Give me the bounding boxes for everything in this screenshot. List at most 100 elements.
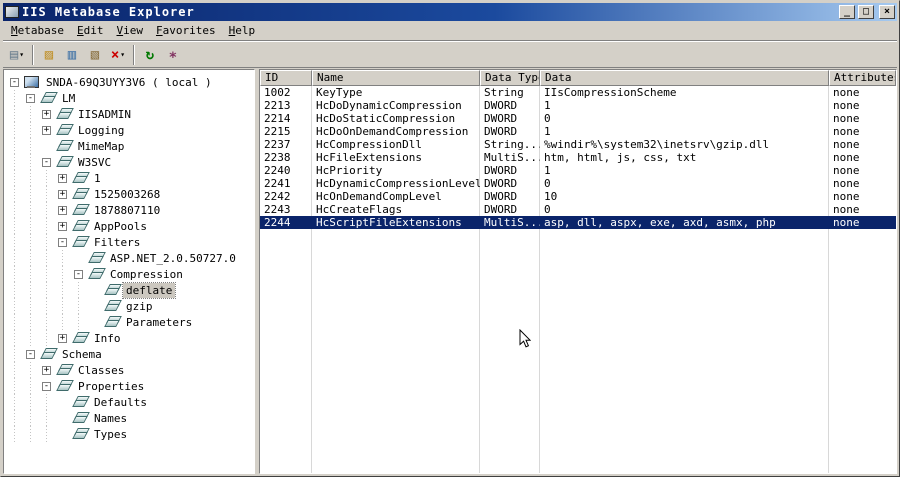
tree-node-label[interactable]: Defaults (91, 395, 150, 410)
list-row-1002[interactable]: 1002 KeyType String IIsCompressionScheme non… (260, 86, 896, 99)
expander-minus-icon[interactable]: - (58, 237, 67, 247)
tree-node-label[interactable]: 1525003268 (91, 187, 163, 202)
column-header-attributes[interactable]: Attributes (829, 70, 896, 86)
expander-minus-icon[interactable]: - (42, 157, 51, 167)
new-key-button[interactable]: ▤ ▾ (6, 44, 28, 66)
expander-plus-icon[interactable]: + (58, 221, 67, 231)
list-row-2243[interactable]: 2243 HcCreateFlags DWORD 0 none (260, 203, 896, 216)
expander-minus-icon[interactable]: - (26, 93, 35, 103)
cell-data: 1 (544, 125, 551, 138)
dropdown-arrow-icon: ▾ (19, 50, 25, 59)
menu-favorites[interactable]: Favorites (151, 22, 224, 39)
tree-node-label[interactable]: Schema (59, 347, 105, 362)
expander-minus-icon[interactable]: - (10, 77, 19, 87)
cell-data-type: String... (484, 138, 540, 151)
menu-edit[interactable]: Edit (72, 22, 112, 39)
menu-help[interactable]: Help (224, 22, 264, 39)
tree-node-label[interactable]: MimeMap (75, 139, 127, 154)
tree[interactable]: - SNDA-69Q3UYY3V6 ( local ) - LM + IISADMIN + L… (3, 69, 255, 474)
column-header-id[interactable]: ID (260, 70, 312, 86)
tree-node-label[interactable]: Filters (91, 235, 143, 250)
paste-button[interactable]: ▧ (84, 44, 106, 66)
tree-node-label[interactable]: Types (91, 427, 130, 442)
maximize-button[interactable]: □ (858, 5, 874, 19)
expander-plus-icon[interactable]: + (42, 365, 51, 375)
list-panel[interactable]: ID Name Data Type Data Attributes 1002 KeyTyp… (259, 69, 897, 474)
tree-indent-guide (7, 426, 23, 442)
list-row-2238[interactable]: 2238 HcFileExtensions MultiS... htm, html, … (260, 151, 896, 164)
expander-minus-icon[interactable]: - (74, 269, 83, 279)
tree-indent-guide (71, 314, 87, 330)
minimize-button[interactable]: _ (839, 5, 855, 19)
list-row-2244[interactable]: 2244 HcScriptFileExtensions MultiS... asp, … (260, 216, 896, 229)
list-row-2213[interactable]: 2213 HcDoDynamicCompression DWORD 1 none (260, 99, 896, 112)
list-row-2242[interactable]: 2242 HcOnDemandCompLevel DWORD 10 none (260, 190, 896, 203)
tree-node-label[interactable]: LM (59, 91, 78, 106)
list-row-2215[interactable]: 2215 HcDoOnDemandCompression DWORD 1 none (260, 125, 896, 138)
database-icon (55, 380, 71, 392)
tree-node-label[interactable]: Compression (107, 267, 186, 282)
close-button[interactable]: × (879, 5, 895, 19)
column-header-data-type[interactable]: Data Type (480, 70, 540, 86)
expander-plus-icon[interactable]: + (58, 189, 67, 199)
database-icon (71, 236, 87, 248)
list-row-2240[interactable]: 2240 HcPriority DWORD 1 none (260, 164, 896, 177)
tree-indent-guide (39, 314, 55, 330)
tree-indent-guide (23, 186, 39, 202)
refresh-button[interactable]: ↻ (139, 44, 161, 66)
tree-node-label[interactable]: Names (91, 411, 130, 426)
expander-plus-icon[interactable]: + (42, 125, 51, 135)
list-header: ID Name Data Type Data Attributes (260, 70, 896, 86)
tree-indent-guide (39, 218, 55, 234)
tree-node-label[interactable]: gzip (123, 299, 156, 314)
tree-item-gzip: gzip (7, 298, 254, 314)
tree-node-label[interactable]: deflate (121, 281, 177, 299)
tree-node-label[interactable]: IISADMIN (75, 107, 134, 122)
view-network-button[interactable]: ∗ (162, 44, 184, 66)
tree-indent-guide (7, 250, 23, 266)
cell-data: 10 (544, 190, 558, 203)
tree-node-label[interactable]: 1878807110 (91, 203, 163, 218)
tree-node-label[interactable]: Classes (75, 363, 127, 378)
menu-view[interactable]: View (111, 22, 151, 39)
menu-metabase[interactable]: Metabase (6, 22, 72, 39)
tree-indent-guide (23, 170, 39, 186)
tree-indent-guide (23, 250, 39, 266)
tree-indent-guide (23, 410, 39, 426)
copy-button[interactable]: ▥ (61, 44, 83, 66)
list-row-2241[interactable]: 2241 HcDynamicCompressionLevel DWORD 0 none (260, 177, 896, 190)
database-icon (55, 124, 71, 136)
expander-plus-icon[interactable]: + (58, 333, 67, 343)
tree-item-snda-69q3uyy3v6-local: - SNDA-69Q3UYY3V6 ( local ) (7, 74, 254, 90)
list-row-2237[interactable]: 2237 HcCompressionDll String... %windir%\sy… (260, 138, 896, 151)
expander-plus-icon[interactable]: + (58, 205, 67, 215)
tree-indent-guide (39, 234, 55, 250)
tree-node-label[interactable]: SNDA-69Q3UYY3V6 ( local ) (43, 75, 215, 90)
tree-node-label[interactable]: ASP.NET_2.0.50727.0 (107, 251, 239, 266)
list-body[interactable]: 1002 KeyType String IIsCompressionScheme non… (260, 86, 896, 473)
open-key-button[interactable]: ▨ (38, 44, 60, 66)
tree-node-label[interactable]: Properties (75, 379, 147, 394)
expander-plus-icon[interactable]: + (58, 173, 67, 183)
folder-icon: ▨ (44, 46, 54, 63)
tree-node-label[interactable]: Parameters (123, 315, 195, 330)
tree-node-label[interactable]: Logging (75, 123, 127, 138)
tree-node-label[interactable]: W3SVC (75, 155, 114, 170)
expander-plus-icon[interactable]: + (42, 109, 51, 119)
tree-indent-guide (7, 266, 23, 282)
titlebar[interactable]: IIS Metabase Explorer _ □ × (3, 3, 897, 21)
cell-name: HcScriptFileExtensions (316, 216, 462, 229)
column-header-data[interactable]: Data (540, 70, 829, 86)
expander-minus-icon[interactable]: - (26, 349, 35, 359)
delete-button[interactable]: × ▾ (107, 44, 129, 66)
cell-id: 2238 (264, 151, 291, 164)
network-icon: ∗ (168, 46, 178, 63)
column-header-name[interactable]: Name (312, 70, 480, 86)
cell-name: HcDoDynamicCompression (316, 99, 462, 112)
cell-data: 0 (544, 177, 551, 190)
tree-node-label[interactable]: AppPools (91, 219, 150, 234)
expander-minus-icon[interactable]: - (42, 381, 51, 391)
tree-node-label[interactable]: 1 (91, 171, 104, 186)
tree-node-label[interactable]: Info (91, 331, 124, 346)
list-row-2214[interactable]: 2214 HcDoStaticCompression DWORD 0 none (260, 112, 896, 125)
